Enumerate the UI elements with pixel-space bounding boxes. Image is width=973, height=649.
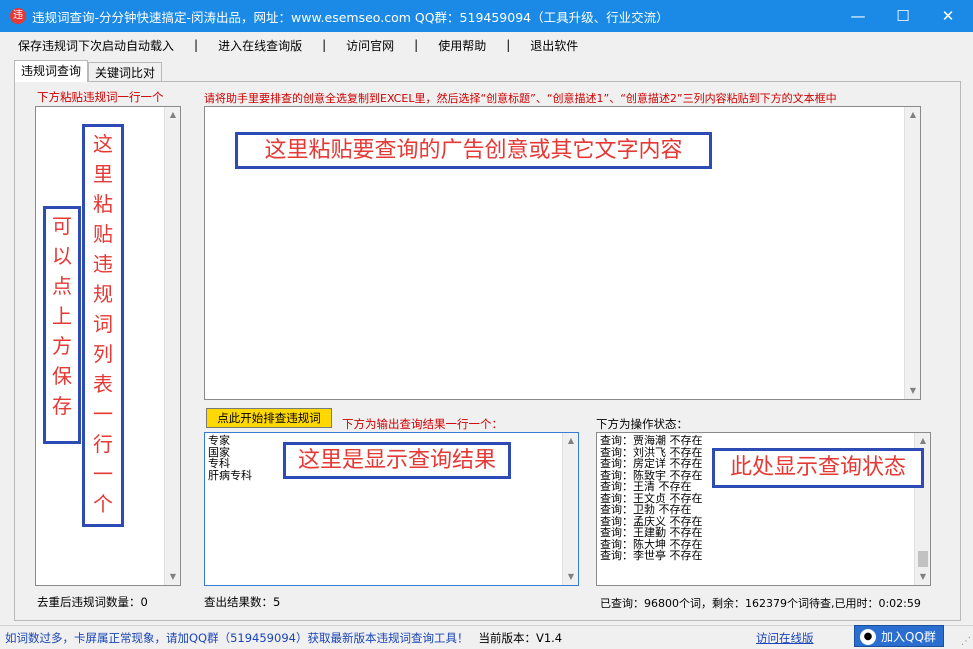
menu-online-version[interactable]: 进入在线查询版 [216,37,304,54]
people-icon: ● [860,629,876,645]
scroll-up-icon[interactable]: ▲ [563,433,578,449]
menu-separator: | [414,38,419,52]
status-line: 查询：卫勃 不存在 [600,503,692,516]
status-line: 查询：李世亭 不存在 [600,549,703,562]
menu-help[interactable]: 使用帮助 [436,37,488,54]
scrollbar-thumb[interactable] [918,551,928,567]
menu-separator: | [506,38,511,52]
menu-separator: | [194,38,199,52]
results-count-label: 查出结果数：5 [204,595,281,609]
join-qq-label: 加入QQ群 [881,630,936,644]
scroll-down-icon[interactable]: ▼ [563,569,578,585]
menu-bar: 保存违规词下次启动自动载入 | 进入在线查询版 | 访问官网 | 使用帮助 | … [0,32,973,58]
results-label: 下方为输出查询结果一行一个： [342,417,503,431]
violation-words-label: 下方粘贴违规词一行一个 [37,90,164,104]
maximize-button[interactable]: ☐ [880,0,926,32]
resize-grip-icon[interactable]: ⋰ [961,636,971,647]
scroll-up-icon[interactable]: ▲ [905,107,920,123]
callout-status-hint: 此处显示查询状态 [712,448,924,488]
status-label: 下方为操作状态： [596,417,688,431]
window-title: 违规词查询-分分钟快速搞定-闵涛出品，网址：www.esemseo.com QQ… [32,9,669,25]
status-bar: 如词数过多，卡屏属正常现象，请加QQ群（519459094）获取最新版本违规词查… [0,625,973,649]
callout-results-hint: 这里是显示查询结果 [283,442,511,479]
vertical-scrollbar[interactable]: ▲ ▼ [562,433,578,585]
scroll-down-icon[interactable]: ▼ [165,569,180,585]
menu-visit-site[interactable]: 访问官网 [344,37,396,54]
callout-save-hint: 可以点上方保存 [43,206,81,444]
start-check-button[interactable]: 点此开始排查违规词 [206,408,332,428]
close-button[interactable]: ✕ [925,0,971,32]
tab-word-query[interactable]: 违规词查询 [14,60,89,82]
callout-creative-hint: 这里粘贴要查询的广告创意或其它文字内容 [235,132,712,169]
callout-paste-text: 这里粘贴违规词列表一行一个 [93,132,113,516]
vertical-scrollbar[interactable]: ▲ ▼ [904,107,920,399]
status-line: 查询：贾海潮 不存在 [600,434,703,447]
status-summary: 已查询：96800个词，剩余：162379个词待查,已用时：0:02:59 [600,597,921,610]
dedup-count-label: 去重后违规词数量：0 [37,595,148,609]
upgrade-tip[interactable]: 如词数过多，卡屏属正常现象，请加QQ群（519459094）获取最新版本违规词查… [5,630,468,646]
online-version-link[interactable]: 访问在线版 [756,630,814,646]
app-icon: 违 [10,8,26,24]
callout-paste-words-hint: 这里粘贴违规词列表一行一个 [82,124,124,527]
callout-save-text: 可以点上方保存 [52,214,72,418]
tab-keyword-compare[interactable]: 关键词比对 [88,62,163,82]
minimize-button[interactable]: — [835,0,881,32]
menu-separator: | [322,38,327,52]
menu-save-words[interactable]: 保存违规词下次启动自动载入 [16,37,176,54]
menu-exit[interactable]: 退出软件 [528,37,580,54]
tab-strip: 违规词查询 关键词比对 [14,60,163,82]
vertical-scrollbar[interactable]: ▲ ▼ [164,107,180,585]
join-qq-button[interactable]: ● 加入QQ群 [854,625,944,647]
scroll-down-icon[interactable]: ▼ [915,569,930,585]
scroll-up-icon[interactable]: ▲ [915,433,930,449]
scroll-down-icon[interactable]: ▼ [905,383,920,399]
status-line: 查询：王建勤 不存在 [600,526,703,539]
version-label: 当前版本：V1.4 [478,630,563,645]
creative-instruction: 请将助手里要排查的创意全选复制到EXCEL里，然后选择“创意标题”、“创意描述1… [204,92,837,105]
scroll-up-icon[interactable]: ▲ [165,107,180,123]
title-bar: 违 违规词查询-分分钟快速搞定-闵涛出品，网址：www.esemseo.com … [0,0,973,32]
